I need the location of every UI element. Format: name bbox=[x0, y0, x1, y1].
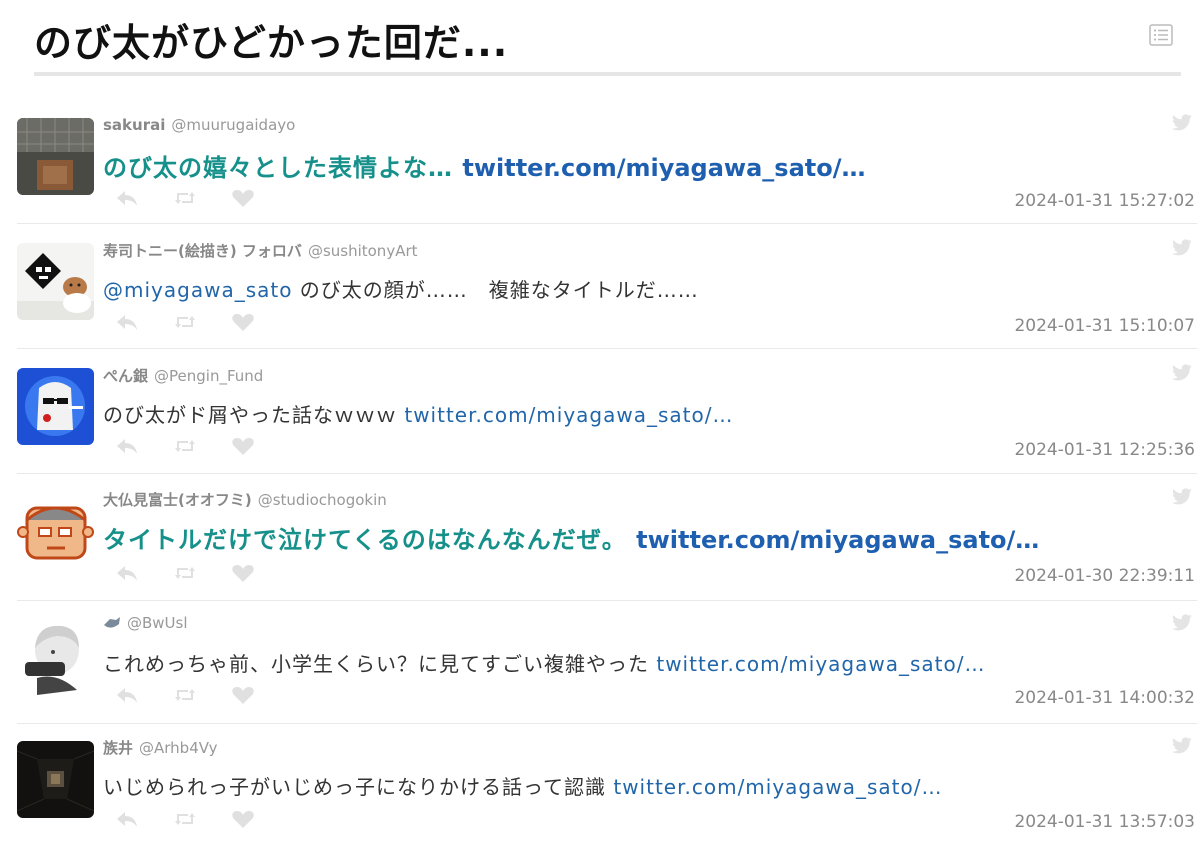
author-name[interactable]: 大仏見富士(オオフミ) bbox=[103, 491, 252, 509]
tweet-link[interactable]: twitter.com/miyagawa_sato/… bbox=[613, 775, 942, 799]
author-name[interactable]: 族井 bbox=[103, 739, 133, 757]
retweet-icon[interactable] bbox=[173, 436, 197, 456]
tweet-link[interactable]: twitter.com/miyagawa_sato/… bbox=[656, 652, 985, 676]
tweet-meta: 大仏見富士(オオフミ) @studiochogokin bbox=[103, 489, 387, 510]
tweet-item: 族井 @Arhb4Vy いじめられっ子がいじめっ子になりかける話って認識 twit… bbox=[17, 724, 1197, 841]
tweet-actions bbox=[115, 809, 255, 829]
author-handle[interactable]: @BwUsl bbox=[127, 614, 188, 632]
tweet-date[interactable]: 2024-01-31 14:00:32 bbox=[1014, 688, 1195, 708]
page-header: のび太がひどかった回だ... bbox=[34, 0, 1181, 76]
retweet-icon[interactable] bbox=[173, 563, 197, 583]
author-handle[interactable]: @sushitonyArt bbox=[308, 242, 418, 260]
heart-icon[interactable] bbox=[231, 809, 255, 829]
fox-emoji-icon bbox=[103, 614, 121, 632]
avatar[interactable] bbox=[17, 618, 94, 695]
twitter-bird-icon[interactable] bbox=[1171, 364, 1193, 382]
tweet-text-content: のび太がド屑やった話なｗｗｗ bbox=[103, 403, 405, 427]
tweet-text: いじめられっ子がいじめっ子になりかける話って認識 twitter.com/miy… bbox=[103, 771, 943, 800]
tweet-link[interactable]: twitter.com/miyagawa_sato/… bbox=[462, 154, 865, 182]
tweet-date[interactable]: 2024-01-31 15:10:07 bbox=[1014, 316, 1195, 336]
heart-icon[interactable] bbox=[231, 563, 255, 583]
author-handle[interactable]: @muurugaidayo bbox=[171, 116, 295, 134]
reply-icon[interactable] bbox=[115, 685, 139, 705]
tweet-actions bbox=[115, 436, 255, 456]
tweet-link[interactable]: twitter.com/miyagawa_sato/… bbox=[404, 403, 733, 427]
tweet-meta: ぺん銀 @Pengin_Fund bbox=[103, 365, 263, 386]
tweet-meta: @BwUsl bbox=[103, 614, 188, 632]
reply-icon[interactable] bbox=[115, 436, 139, 456]
tweet-actions bbox=[115, 685, 255, 705]
tweet-actions bbox=[115, 312, 255, 332]
retweet-icon[interactable] bbox=[173, 809, 197, 829]
avatar[interactable] bbox=[17, 741, 94, 818]
tweet-date[interactable]: 2024-01-30 22:39:11 bbox=[1014, 566, 1195, 586]
tweet-link[interactable]: twitter.com/miyagawa_sato/… bbox=[636, 526, 1039, 554]
tweet-text: のび太がド屑やった話なｗｗｗ twitter.com/miyagawa_sato… bbox=[103, 399, 734, 428]
tweet-date[interactable]: 2024-01-31 15:27:02 bbox=[1014, 191, 1195, 211]
retweet-icon[interactable] bbox=[173, 312, 197, 332]
tweet-text: これめっちゃ前、小学生くらい？に見てすごい複雑やった twitter.com/m… bbox=[103, 648, 986, 677]
tweet-item: @BwUsl これめっちゃ前、小学生くらい？に見てすごい複雑やった twitte… bbox=[17, 601, 1197, 724]
tweet-item: 大仏見富士(オオフミ) @studiochogokin タイトルだけで泣けてくるの… bbox=[17, 474, 1197, 601]
tweet-date[interactable]: 2024-01-31 13:57:03 bbox=[1014, 812, 1195, 832]
tweet-actions bbox=[115, 563, 255, 583]
author-handle[interactable]: @studiochogokin bbox=[258, 491, 387, 509]
reply-icon[interactable] bbox=[115, 563, 139, 583]
tweet-date[interactable]: 2024-01-31 12:25:36 bbox=[1014, 440, 1195, 460]
heart-icon[interactable] bbox=[231, 188, 255, 208]
twitter-bird-icon[interactable] bbox=[1171, 114, 1193, 132]
tweet-text-content: のび太の嬉々とした表情よな… bbox=[103, 154, 463, 182]
avatar[interactable] bbox=[17, 368, 94, 445]
author-name[interactable]: ぺん銀 bbox=[103, 367, 148, 385]
author-handle[interactable]: @Arhb4Vy bbox=[139, 739, 217, 757]
retweet-icon[interactable] bbox=[173, 685, 197, 705]
tweet-meta: 族井 @Arhb4Vy bbox=[103, 737, 218, 758]
tweet-text: のび太の嬉々とした表情よな… twitter.com/miyagawa_sato… bbox=[103, 148, 866, 183]
reply-icon[interactable] bbox=[115, 188, 139, 208]
avatar[interactable] bbox=[17, 243, 94, 320]
heart-icon[interactable] bbox=[231, 436, 255, 456]
tweet-meta: 寿司トニー(絵描き) フォロバ @sushitonyArt bbox=[103, 240, 418, 261]
tweet-text-content: いじめられっ子がいじめっ子になりかける話って認識 bbox=[103, 775, 614, 799]
tweet-text: @miyagawa_sato のび太の顔が…… 複雑なタイトルだ…… bbox=[103, 274, 699, 303]
tweet-item: ぺん銀 @Pengin_Fund のび太がド屑やった話なｗｗｗ twitter.c… bbox=[17, 349, 1197, 474]
reply-icon[interactable] bbox=[115, 809, 139, 829]
mention-link[interactable]: @miyagawa_sato bbox=[103, 278, 292, 302]
twitter-bird-icon[interactable] bbox=[1171, 737, 1193, 755]
avatar[interactable] bbox=[17, 118, 94, 195]
tweet-item: 寿司トニー(絵描き) フォロバ @sushitonyArt @miyagawa_s… bbox=[17, 224, 1197, 349]
list-icon[interactable] bbox=[1149, 24, 1173, 46]
twitter-bird-icon[interactable] bbox=[1171, 488, 1193, 506]
author-name[interactable]: 寿司トニー(絵描き) フォロバ bbox=[103, 242, 302, 260]
heart-icon[interactable] bbox=[231, 312, 255, 332]
avatar[interactable] bbox=[17, 492, 94, 569]
heart-icon[interactable] bbox=[231, 685, 255, 705]
reply-icon[interactable] bbox=[115, 312, 139, 332]
retweet-icon[interactable] bbox=[173, 188, 197, 208]
tweet-actions bbox=[115, 188, 255, 208]
tweet-text-content: タイトルだけで泣けてくるのはなんなんだぜ。 bbox=[103, 526, 637, 554]
tweet-text-content: のび太の顔が…… 複雑なタイトルだ…… bbox=[292, 278, 699, 302]
twitter-bird-icon[interactable] bbox=[1171, 239, 1193, 257]
twitter-bird-icon[interactable] bbox=[1171, 614, 1193, 632]
page-title: のび太がひどかった回だ... bbox=[34, 21, 509, 65]
tweet-meta: sakurai @muurugaidayo bbox=[103, 116, 295, 134]
tweet-text: タイトルだけで泣けてくるのはなんなんだぜ。 twitter.com/miyaga… bbox=[103, 520, 1039, 555]
author-name[interactable]: sakurai bbox=[103, 116, 165, 134]
author-handle[interactable]: @Pengin_Fund bbox=[154, 367, 263, 385]
tweet-item: sakurai @muurugaidayo のび太の嬉々とした表情よな… twit… bbox=[17, 100, 1197, 224]
tweet-text-content: これめっちゃ前、小学生くらい？に見てすごい複雑やった bbox=[103, 652, 657, 676]
